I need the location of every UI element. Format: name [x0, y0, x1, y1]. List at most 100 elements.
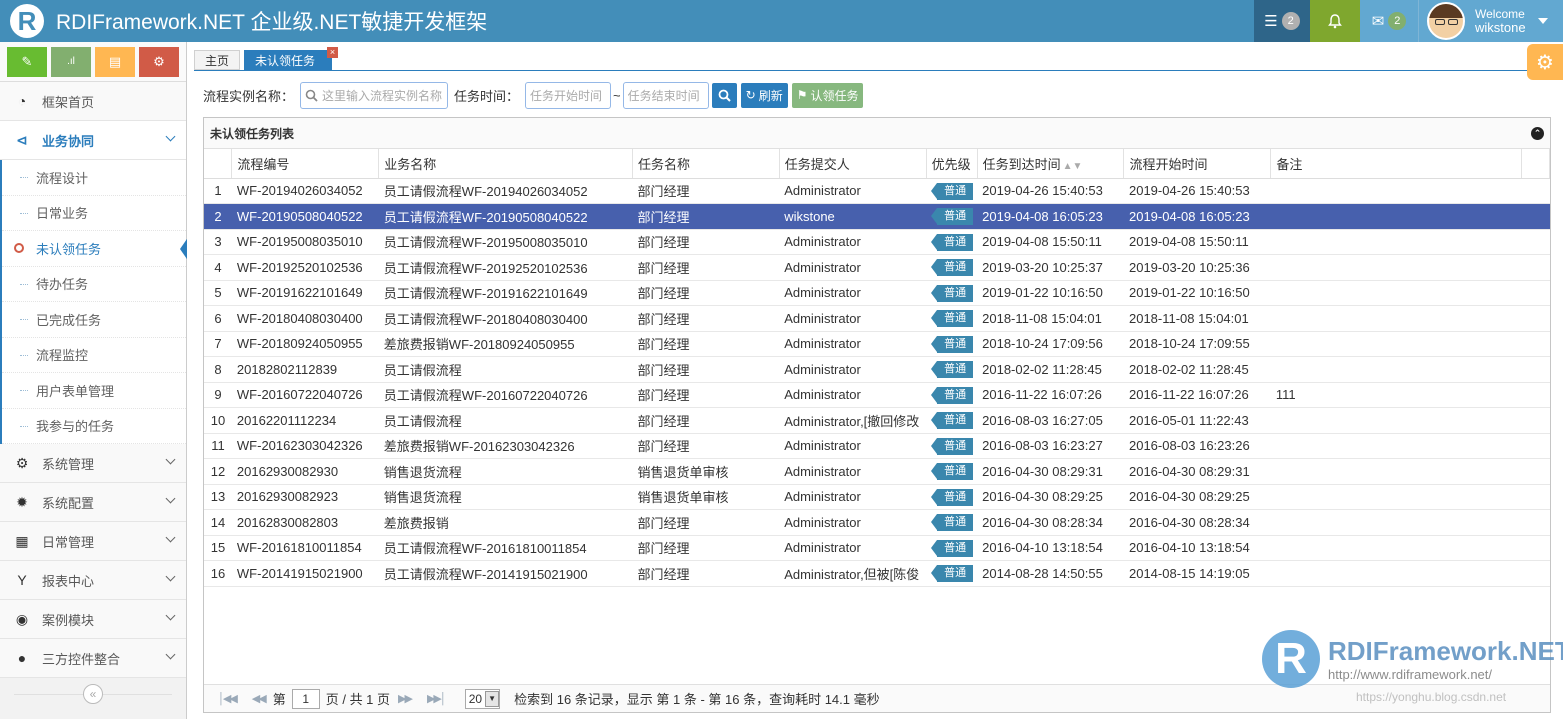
share-icon: ⊲ [16, 131, 28, 148]
table-row[interactable]: 15 WF-20161810011854 员工请假流程WF-201618100118… [204, 535, 1550, 561]
cell-filler [1521, 203, 1550, 230]
priority-badge: 普通 [931, 412, 974, 430]
sidebar-item-daily-management[interactable]: ▦ 日常管理 [0, 522, 186, 561]
row-number: 14 [204, 509, 232, 536]
cell-priority: 普通 [926, 305, 978, 332]
tab-home[interactable]: 主页 [194, 50, 241, 70]
page-size-select[interactable]: 20 ▼ [464, 688, 501, 709]
cell-biz: 差旅费报销 [378, 509, 633, 536]
table-row[interactable]: 5 WF-20191622101649 员工请假流程WF-2019162210164… [204, 280, 1550, 306]
sidebar-item-todo-tasks[interactable]: 待办任务 [2, 267, 186, 302]
close-icon[interactable]: × [327, 47, 339, 58]
table-row[interactable]: 9 WF-20160722040726 员工请假流程WF-2016072204072… [204, 382, 1550, 408]
claim-task-button[interactable]: ⚑ 认领任务 [791, 82, 864, 108]
refresh-icon: ↻ [745, 88, 756, 102]
chevron-down-icon [165, 532, 176, 543]
pencil-shortcut-button[interactable]: ✎ [7, 46, 47, 77]
end-time-input[interactable]: 任务结束时间 [622, 81, 709, 109]
col-arrival-time[interactable]: 任务到达时间 ▲▼ [977, 149, 1125, 179]
col-business-name[interactable]: 业务名称 [378, 149, 634, 179]
sidebar-item-process-monitor[interactable]: 流程监控 [2, 338, 186, 373]
cell-biz: 差旅费报销WF-20180924050955 [378, 331, 633, 357]
cell-priority: 普通 [926, 433, 978, 459]
tab-unclaimed-tasks[interactable]: 未认领任务 × [244, 47, 339, 70]
sidebar-item-business[interactable]: ⊲ 业务协同 [0, 121, 186, 160]
messages-button[interactable]: ✉ 2 [1360, 0, 1418, 42]
instance-name-input[interactable]: 这里输入流程实例名称 [300, 81, 449, 109]
row-number: 5 [204, 280, 232, 306]
table-row[interactable]: 3 WF-20195008035010 员工请假流程WF-2019500803501… [204, 229, 1550, 255]
col-submitter[interactable]: 任务提交人 [779, 149, 927, 179]
table-row[interactable]: 1 WF-20194026034052 员工请假流程WF-2019402603405… [204, 178, 1550, 204]
cell-filler [1521, 178, 1550, 204]
sidebar-item-user-forms[interactable]: 用户表单管理 [2, 373, 186, 409]
row-number: 4 [204, 254, 232, 281]
table-row[interactable]: 8 20182802112839 员工请假流程 部门经理 Administrator 普通… [204, 356, 1550, 383]
cogs-icon: ⚙ [15, 454, 29, 471]
page-number-input[interactable]: 1 [291, 688, 320, 709]
sidebar-item-process-design[interactable]: 流程设计 [2, 160, 186, 196]
cell-code: WF-20192520102536 [231, 254, 379, 281]
sidebar-item-system-management[interactable]: ⚙ 系统管理 [0, 444, 186, 483]
sidebar-item-my-tasks[interactable]: 我参与的任务 [2, 409, 186, 444]
sidebar-item-home[interactable]: ◔ 框架首页 [0, 82, 186, 121]
col-priority[interactable]: 优先级 [926, 149, 978, 179]
cell-priority: 普通 [926, 356, 978, 383]
settings-button[interactable]: ⚙ [1527, 44, 1563, 80]
sidebar-item-system-config[interactable]: ✹ 系统配置 [0, 483, 186, 522]
sidebar-item-report-center[interactable]: Y 报表中心 [0, 561, 186, 600]
col-process-code[interactable]: 流程编号 [231, 149, 380, 179]
sidebar-item-label: 用户表单管理 [36, 383, 115, 399]
priority-badge: 普通 [931, 182, 974, 200]
brand[interactable]: R RDIFramework.NET 企业级.NET敏捷开发框架 [10, 4, 487, 38]
prev-page-icon[interactable]: ◀◀ [252, 692, 267, 705]
start-time-input[interactable]: 任务开始时间 [525, 81, 612, 109]
table-row[interactable]: 11 WF-20162303042326 差旅费报销WF-2016230304232… [204, 433, 1550, 459]
next-page-icon[interactable]: ▶▶ [398, 692, 413, 705]
cogs-shortcut-button[interactable]: ⚙ [139, 46, 179, 77]
watermark-title: RDIFramework.NET [1328, 636, 1563, 666]
double-chevron-left-icon: « [89, 687, 97, 701]
sidebar-collapse-button[interactable]: « [83, 684, 103, 704]
cell-task: 销售退货单审核 [632, 484, 780, 510]
first-page-icon[interactable]: │◀◀ [218, 692, 238, 705]
cell-priority: 普通 [926, 560, 978, 587]
cell-arrive: 2019-01-22 10:16:50 [977, 280, 1124, 306]
user-menu[interactable]: Welcome wikstone [1418, 0, 1563, 42]
table-row[interactable]: 12 20162930082930 销售退货流程 销售退货单审核 Administrat… [204, 458, 1550, 485]
cell-filler [1521, 535, 1550, 561]
table-row[interactable]: 2 WF-20190508040522 员工请假流程WF-2019050804052… [204, 203, 1550, 230]
table-row[interactable]: 10 20162201112234 员工请假流程 部门经理 Administrator,… [204, 407, 1550, 434]
cell-code: 20162201112234 [231, 407, 379, 434]
sidebar-item-daily-business[interactable]: 日常业务 [2, 196, 186, 231]
cell-arrive: 2019-03-20 10:25:37 [977, 254, 1124, 281]
col-task-name[interactable]: 任务名称 [632, 149, 780, 179]
table-row[interactable]: 4 WF-20192520102536 员工请假流程WF-2019252010253… [204, 254, 1550, 281]
table-row[interactable]: 16 WF-20141915021900 员工请假流程WF-201419150219… [204, 560, 1550, 587]
table-row[interactable]: 14 20162830082803 差旅费报销 部门经理 Administrator 普通… [204, 509, 1550, 536]
table-row[interactable]: 13 20162930082923 销售退货流程 销售退货单审核 Administrat… [204, 484, 1550, 510]
sidebar-item-third-party[interactable]: ● 三方控件整合 [0, 639, 186, 678]
search-button[interactable] [711, 82, 737, 108]
cell-submitter: Administrator [779, 229, 927, 255]
tasks-button[interactable]: ☰ 2 [1254, 0, 1310, 42]
unclaimed-task-grid: 未认领任务列表 ⌃ 流程编号 业务名称 任务名称 任务提交人 优先级 任务到达时… [203, 117, 1551, 713]
book-shortcut-button[interactable]: ▤ [95, 46, 135, 77]
col-start-time[interactable]: 流程开始时间 [1123, 149, 1272, 179]
refresh-button[interactable]: ↻ 刷新 [740, 82, 788, 108]
table-row[interactable]: 6 WF-20180408030400 员工请假流程WF-2018040803040… [204, 305, 1550, 332]
cell-filler [1521, 280, 1550, 306]
cell-submitter: wikstone [779, 203, 927, 230]
signal-shortcut-button[interactable]: .ıl [51, 46, 91, 77]
collapse-icon[interactable]: ⌃ [1531, 127, 1544, 140]
cell-priority: 普通 [926, 509, 978, 536]
cell-start: 2016-04-30 08:28:34 [1123, 509, 1271, 536]
col-note[interactable]: 备注 [1270, 149, 1523, 179]
table-row[interactable]: 7 WF-20180924050955 差旅费报销WF-20180924050955… [204, 331, 1550, 357]
sidebar-item-unclaimed-tasks[interactable]: 未认领任务 [2, 231, 189, 267]
sidebar-item-examples[interactable]: ◉ 案例模块 [0, 600, 186, 639]
last-page-icon[interactable]: ▶▶│ [427, 692, 447, 705]
sidebar-item-completed-tasks[interactable]: 已完成任务 [2, 302, 186, 338]
notifications-button[interactable] [1310, 0, 1360, 42]
cell-note [1270, 280, 1522, 306]
